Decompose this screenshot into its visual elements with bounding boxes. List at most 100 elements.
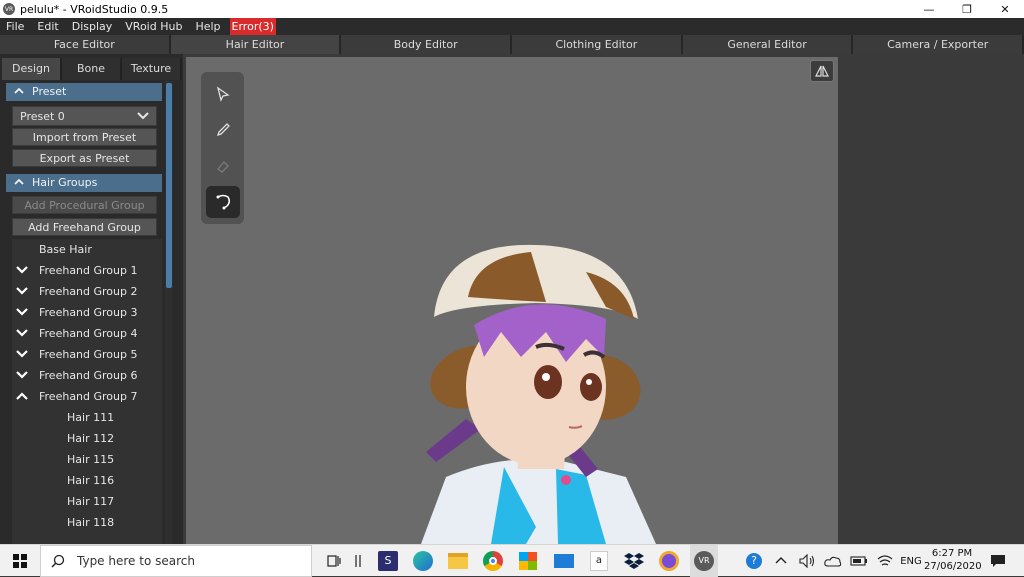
help-icon: ? <box>746 553 762 569</box>
tab-clothing-editor[interactable]: Clothing Editor <box>512 35 683 54</box>
scrollbar-thumb[interactable] <box>166 83 172 288</box>
list-item-hair[interactable]: Hair 115 <box>12 449 162 470</box>
chevron-down-icon[interactable] <box>16 370 28 380</box>
list-item-hair[interactable]: Hair 111 <box>12 407 162 428</box>
task-view-icon <box>327 555 341 567</box>
select-tool-button[interactable] <box>206 78 240 110</box>
battery-icon[interactable] <box>848 545 870 577</box>
chevron-down-icon[interactable] <box>16 265 28 275</box>
minimize-button[interactable]: — <box>910 0 948 18</box>
tab-camera-exporter[interactable]: Camera / Exporter <box>853 35 1024 54</box>
list-item-hair[interactable]: Hair 116 <box>12 470 162 491</box>
list-item-freehand-group[interactable]: Freehand Group 3 <box>12 302 162 323</box>
panel-scrollbar[interactable] <box>165 81 173 544</box>
wifi-icon[interactable] <box>874 545 896 577</box>
hair-groups-section-header[interactable]: Hair Groups <box>6 174 162 192</box>
list-item-label: Hair 118 <box>67 516 115 529</box>
list-item-freehand-group[interactable]: Freehand Group 6 <box>12 365 162 386</box>
add-procedural-group-button[interactable]: Add Procedural Group <box>12 196 157 214</box>
list-item-freehand-group[interactable]: Freehand Group 5 <box>12 344 162 365</box>
taskbar-app-chrome[interactable] <box>479 545 507 577</box>
chevron-up-icon <box>14 178 24 185</box>
menu-help[interactable]: Help <box>189 18 227 35</box>
pen-tool-button[interactable] <box>206 114 240 146</box>
subtab-texture[interactable]: Texture <box>122 58 182 80</box>
onedrive-icon[interactable] <box>822 545 844 577</box>
list-item-freehand-group[interactable]: Freehand Group 2 <box>12 281 162 302</box>
list-item-label: Hair 112 <box>67 432 115 445</box>
menu-edit[interactable]: Edit <box>31 18 65 35</box>
taskbar-app-mail[interactable] <box>550 545 578 577</box>
preset-section-header[interactable]: Preset <box>6 83 162 101</box>
taskbar-app-store[interactable] <box>514 545 542 577</box>
subtab-bone[interactable]: Bone <box>62 58 122 80</box>
list-item-base-hair[interactable]: Base Hair <box>12 239 162 260</box>
menu-file[interactable]: File <box>0 18 31 35</box>
eraser-icon <box>217 161 229 173</box>
lasso-tool-button[interactable] <box>206 186 240 218</box>
list-item-hair[interactable]: Hair 118 <box>12 512 162 533</box>
list-item-freehand-group[interactable]: Freehand Group 4 <box>12 323 162 344</box>
list-item-freehand-group[interactable]: Freehand Group 7 <box>12 386 162 407</box>
list-item-freehand-group[interactable]: Freehand Group 1 <box>12 260 162 281</box>
sub-tab-bar: Design Bone Texture <box>0 58 183 80</box>
tab-hair-editor[interactable]: Hair Editor <box>170 35 342 54</box>
taskbar-app-dropbox[interactable] <box>620 545 648 577</box>
eraser-tool-button[interactable] <box>206 150 240 182</box>
search-icon <box>51 554 65 568</box>
app-icon: VR <box>3 3 15 15</box>
list-item-label: Freehand Group 2 <box>39 285 138 298</box>
chevron-up-icon[interactable] <box>770 545 792 577</box>
tab-general-editor[interactable]: General Editor <box>682 35 854 54</box>
list-item-label: Freehand Group 7 <box>39 390 138 403</box>
taskbar-app-edge[interactable] <box>409 545 437 577</box>
close-button[interactable]: ✕ <box>986 0 1024 18</box>
taskbar-app-browser[interactable] <box>655 545 683 577</box>
taskbar-app-vroid-studio[interactable]: VR <box>690 545 718 577</box>
list-item-label: Hair 115 <box>67 453 115 466</box>
tab-body-editor[interactable]: Body Editor <box>341 35 513 54</box>
start-button[interactable] <box>4 545 36 577</box>
language-indicator[interactable]: ENG <box>898 545 924 577</box>
menu-bar: File Edit Display VRoid Hub Help Error(3… <box>0 18 1024 35</box>
preset-select[interactable]: Preset 0 <box>12 106 157 126</box>
lasso-icon <box>216 194 231 210</box>
select-icon <box>216 86 230 102</box>
restore-button[interactable]: ❐ <box>948 0 986 18</box>
taskbar-search-box[interactable]: Type here to search <box>40 545 312 577</box>
hair-groups-header-label: Hair Groups <box>32 176 98 189</box>
volume-icon[interactable] <box>796 545 818 577</box>
tab-face-editor[interactable]: Face Editor <box>0 35 171 54</box>
chevron-down-icon[interactable] <box>16 349 28 359</box>
menu-vroid-hub[interactable]: VRoid Hub <box>119 18 189 35</box>
mirror-toggle-button[interactable] <box>810 60 834 82</box>
notifications-button[interactable] <box>984 545 1012 577</box>
error-indicator[interactable]: Error(3) <box>229 18 276 35</box>
list-item-hair[interactable]: Hair 117 <box>12 491 162 512</box>
chevron-down-icon[interactable] <box>16 328 28 338</box>
menu-display[interactable]: Display <box>66 18 120 35</box>
window-title: pelulu* - VRoidStudio 0.9.5 <box>20 2 169 16</box>
export-preset-button[interactable]: Export as Preset <box>12 149 157 167</box>
subtab-design[interactable]: Design <box>2 58 62 80</box>
store-icon <box>519 552 537 570</box>
task-view-button[interactable] <box>321 545 347 577</box>
taskbar-app-amazon[interactable]: a <box>585 545 613 577</box>
chrome-icon <box>483 551 503 571</box>
tool-palette <box>201 72 244 224</box>
help-tray-icon[interactable]: ? <box>742 545 766 577</box>
list-item-hair[interactable]: Hair 112 <box>12 428 162 449</box>
taskbar-clock[interactable]: 6:27 PM 27/06/2020 <box>924 547 982 573</box>
add-freehand-group-button[interactable]: Add Freehand Group <box>12 218 157 236</box>
chevron-up-icon[interactable] <box>16 391 28 401</box>
taskbar-app-visual-studio[interactable]: S <box>374 545 402 577</box>
chevron-down-icon[interactable] <box>16 307 28 317</box>
chevron-down-icon[interactable] <box>16 286 28 296</box>
3d-viewport[interactable] <box>186 57 838 544</box>
hair-group-list: Base Hair Freehand Group 1 Freehand Grou… <box>12 239 162 544</box>
vroid-icon: VR <box>694 551 714 571</box>
import-preset-button[interactable]: Import from Preset <box>12 128 157 146</box>
list-item-label: Hair 117 <box>67 495 115 508</box>
notification-icon <box>991 555 1005 567</box>
taskbar-app-file-explorer[interactable] <box>444 545 472 577</box>
